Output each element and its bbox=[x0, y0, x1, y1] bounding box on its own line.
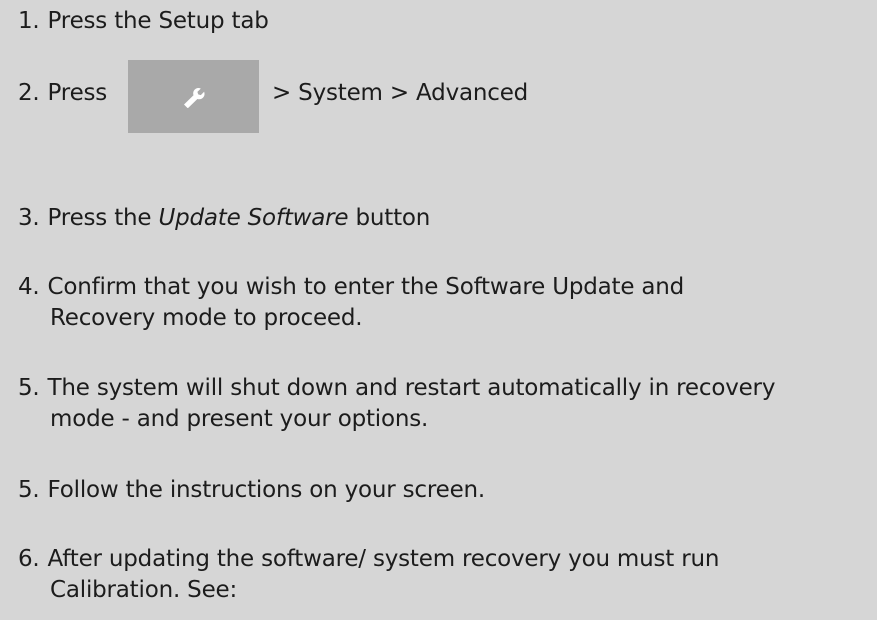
step-text-line1: After updating the software/ system reco… bbox=[47, 546, 720, 572]
step-number: 4. bbox=[18, 274, 40, 300]
step-5: 5. The system will shut down and restart … bbox=[18, 373, 775, 435]
step-number: 5. bbox=[18, 477, 40, 503]
step-1: 1. Press the Setup tab bbox=[18, 6, 269, 37]
step-2: 2. Press bbox=[18, 78, 107, 109]
step-5b: 5. Follow the instructions on your screen… bbox=[18, 475, 485, 506]
step-text-line1: The system will shut down and restart au… bbox=[47, 375, 776, 401]
step-text: Press bbox=[47, 80, 108, 106]
step-3: 3. Press the Update Software button bbox=[18, 203, 430, 234]
step-number: 3. bbox=[18, 205, 40, 231]
step-number: 2. bbox=[18, 80, 40, 106]
step-text-line2: Calibration. See: bbox=[50, 577, 238, 603]
step-4: 4. Confirm that you wish to enter the Sof… bbox=[18, 272, 684, 334]
step-text-line1: Confirm that you wish to enter the Softw… bbox=[47, 274, 685, 300]
step-text: Follow the instructions on your screen. bbox=[47, 477, 486, 503]
step-6: 6. After updating the software/ system re… bbox=[18, 544, 719, 606]
step-text-line2: Recovery mode to proceed. bbox=[50, 305, 363, 331]
step-text-line2: mode - and present your options. bbox=[50, 406, 429, 432]
step-2-path: > System > Advanced bbox=[272, 80, 529, 106]
step-number: 5. bbox=[18, 375, 40, 401]
step-text-tail: button bbox=[348, 205, 431, 231]
step-text: Press the bbox=[47, 205, 159, 231]
step-number: 1. bbox=[18, 8, 40, 34]
step-text: Press the Setup tab bbox=[47, 8, 269, 34]
update-software-emphasis: Update Software bbox=[158, 205, 349, 231]
wrench-icon bbox=[184, 88, 205, 108]
setup-wrench-button[interactable] bbox=[128, 60, 259, 133]
step-number: 6. bbox=[18, 546, 40, 572]
